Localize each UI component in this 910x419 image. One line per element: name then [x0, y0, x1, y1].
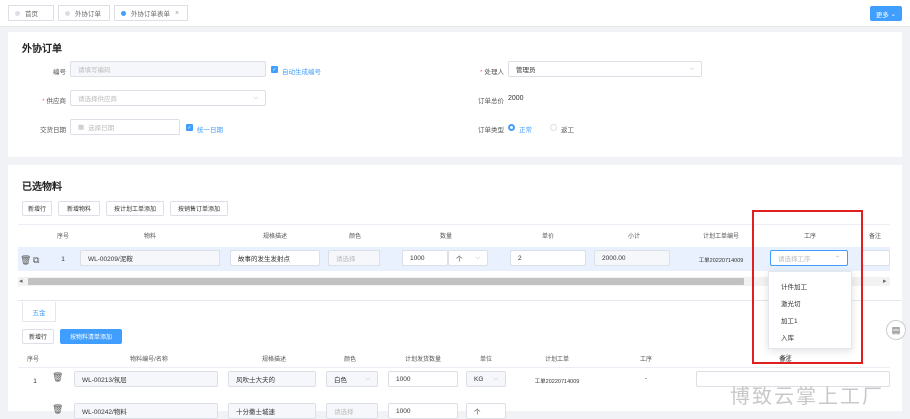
- auto-code-checkbox[interactable]: ✓: [271, 66, 278, 73]
- delivery-label: 交货日期: [40, 127, 66, 134]
- col-spec: 规格描述: [262, 233, 287, 240]
- copy-icon[interactable]: ⧉: [33, 255, 39, 266]
- chevron-down-icon: ⌵: [253, 95, 258, 101]
- chevron-down-icon: ⌵: [475, 255, 480, 261]
- lower-color-select[interactable]: 白色 ⌵: [326, 371, 378, 387]
- delete-icon[interactable]: 🗑: [52, 404, 63, 415]
- lower-col-color: 颜色: [343, 356, 356, 363]
- order-type-rework-radio[interactable]: [550, 124, 557, 131]
- tab-dot-icon: [65, 10, 70, 16]
- lower-spec-input[interactable]: 风吹士大夫的: [228, 371, 316, 387]
- col-subtotal: 小计: [627, 233, 640, 240]
- order-type-rework-label: 返工: [561, 127, 574, 134]
- delete-icon[interactable]: 🗑: [20, 255, 31, 266]
- lower-col-index: 序号: [26, 356, 39, 363]
- lower-material-input[interactable]: WL-00213/氛层: [74, 371, 218, 387]
- lower-col-unit: 单位: [479, 356, 492, 363]
- unit-select[interactable]: 个 ⌵: [448, 250, 488, 266]
- lower-unit-select[interactable]: 个: [466, 403, 506, 419]
- add-by-plan-order-button[interactable]: 按计划工单添加: [106, 201, 164, 216]
- tab-dot-icon: [15, 10, 20, 16]
- col-remark: 备注: [868, 233, 881, 240]
- form-title: 外协订单: [22, 44, 62, 55]
- col-qty: 数量: [439, 233, 452, 240]
- tab-home[interactable]: 首页: [8, 5, 54, 21]
- total-label: 订单总价: [478, 98, 504, 105]
- scrollbar-thumb[interactable]: [28, 278, 744, 285]
- col-material: 物料: [143, 233, 156, 240]
- col-index: 序号: [56, 233, 69, 240]
- tab-outsource-orders[interactable]: 外协订单: [58, 5, 110, 21]
- lower-process-value: -: [644, 374, 648, 382]
- delivery-date-picker[interactable]: ▦ 选择日期: [70, 119, 180, 135]
- lower-plan-order-value: 工单20220714009: [534, 379, 580, 385]
- calendar-icon: ▦: [78, 124, 85, 131]
- delete-icon[interactable]: 🗑: [52, 372, 63, 383]
- add-row-button[interactable]: 新增行: [22, 201, 52, 216]
- chevron-down-icon: ⌄: [890, 10, 897, 18]
- chevron-down-icon: ⌵: [493, 376, 498, 382]
- plan-order-value: 工单20220714009: [698, 258, 744, 264]
- tab-outsource-order-form[interactable]: 外协订单表单 ×: [114, 5, 188, 21]
- lower-material-input[interactable]: WL-00242/物料: [74, 403, 218, 419]
- order-type-normal-radio[interactable]: [508, 124, 515, 131]
- color-select[interactable]: 请选择: [328, 250, 380, 266]
- unify-date-checkbox[interactable]: ✓: [186, 124, 193, 131]
- close-icon[interactable]: ×: [175, 10, 179, 17]
- lower-unit-select[interactable]: KG ⌵: [466, 371, 506, 387]
- lower-col-plan-order: 计划工单: [544, 356, 569, 363]
- handler-label: * 处理人: [479, 69, 504, 76]
- order-type-label: 订单类型: [478, 127, 504, 134]
- document-icon[interactable]: ▤: [886, 320, 906, 340]
- lower-qty-input[interactable]: 1000: [388, 371, 458, 387]
- add-material-button[interactable]: 新增物料: [58, 201, 100, 216]
- scroll-left-icon[interactable]: ◂: [19, 277, 23, 285]
- lower-color-select[interactable]: 请选择: [326, 403, 378, 419]
- col-plan-order: 计划工单编号: [702, 233, 739, 240]
- code-input[interactable]: 请填写编码: [70, 61, 266, 77]
- handler-select[interactable]: 管理员 ⌵: [508, 61, 702, 77]
- qty-input[interactable]: 1000: [402, 250, 448, 266]
- lower-row-index: 1: [33, 377, 37, 385]
- add-by-sales-order-button[interactable]: 按销售订单添加: [170, 201, 228, 216]
- remark-input[interactable]: [862, 250, 890, 266]
- chevron-down-icon: ⌵: [365, 376, 370, 382]
- add-by-bom-button[interactable]: 按物料清单添加: [60, 329, 122, 344]
- tab-dot-icon: [121, 10, 126, 16]
- lower-add-row-button[interactable]: 新增行: [22, 329, 54, 344]
- unify-date-label: 统一日期: [197, 127, 223, 134]
- supplier-label: * 供应商: [41, 98, 66, 105]
- lower-col-material: 物料编号/名称: [130, 356, 168, 363]
- total-value: 2000: [508, 95, 524, 102]
- auto-code-label: 自动生成编号: [282, 69, 321, 76]
- supplier-select[interactable]: 请选择供应商 ⌵: [70, 90, 266, 106]
- subtotal-field: 2000.00: [594, 250, 670, 266]
- watermark: 博致云掌上工厂: [730, 386, 884, 408]
- order-type-normal-label: 正常: [519, 127, 532, 134]
- chevron-down-icon: ⌵: [689, 66, 694, 72]
- col-price: 单价: [541, 233, 554, 240]
- tab-hardware[interactable]: 五金: [22, 302, 56, 322]
- price-input[interactable]: 2: [510, 250, 586, 266]
- lower-col-process: 工序: [639, 356, 652, 363]
- lower-col-spec: 规格描述: [261, 356, 286, 363]
- code-label: 编号: [53, 69, 66, 76]
- materials-title: 已选物料: [22, 182, 62, 193]
- more-button[interactable]: 更多 ⌄: [870, 6, 902, 21]
- lower-spec-input[interactable]: 十分撒士城速: [228, 403, 316, 419]
- spec-input[interactable]: 故事的发生发射点: [230, 250, 320, 266]
- lower-qty-input[interactable]: 1000: [388, 403, 458, 419]
- highlight-box: [752, 210, 863, 364]
- scroll-right-icon[interactable]: ▸: [883, 277, 887, 285]
- material-input[interactable]: WL-00209/泥鞍: [80, 250, 220, 266]
- lower-col-qty: 计划发货数量: [404, 356, 441, 363]
- row-index: 1: [61, 255, 65, 263]
- col-color: 颜色: [348, 233, 361, 240]
